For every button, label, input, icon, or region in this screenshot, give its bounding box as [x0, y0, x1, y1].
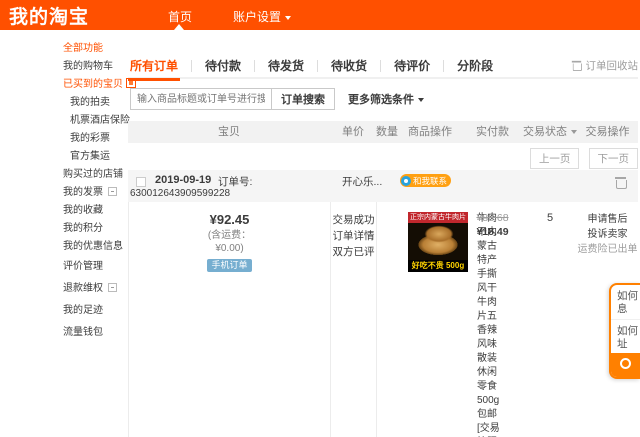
tab-pending-payment[interactable]: 待付款 [203, 53, 243, 78]
help-panel-footer[interactable] [611, 353, 640, 377]
trade-actions-cell [376, 202, 398, 437]
mobile-order-badge: 手机订单 [207, 259, 251, 272]
paid-amount: ¥92.45 [129, 212, 330, 227]
product-image[interactable]: 正宗内蒙古牛肉片 好吃不贵 500g [408, 212, 468, 272]
column-trade-actions: 交易操作 [577, 121, 638, 143]
sidebar-item-data-wallet[interactable]: 流量钱包 [0, 322, 126, 344]
order-header: 2019-09-19 订单号: 开心乐... 和我联系 630012643909… [128, 170, 638, 202]
nav-account-settings[interactable]: 账户设置 [233, 8, 291, 25]
tab-separator [254, 60, 255, 72]
tab-pending-review[interactable]: 待评价 [392, 53, 432, 78]
nav-home[interactable]: 首页 [168, 8, 192, 25]
order-date: 2019-09-19 [155, 174, 211, 186]
active-nav-arrow-icon [174, 24, 184, 30]
tab-staged[interactable]: 分阶段 [455, 53, 495, 78]
tab-separator [317, 60, 318, 72]
search-input[interactable] [130, 88, 272, 110]
complain-seller-link[interactable]: 投诉卖家 [577, 227, 638, 242]
order-table-header: 宝贝 单价 数量 商品操作 实付款 交易状态 交易操作 [128, 121, 638, 143]
sidebar-item-flight-hotel-insurance[interactable]: 机票酒店保险 [0, 112, 126, 130]
paid-amount-cell: ¥92.45 (含运费：¥0.00) 手机订单 [128, 202, 330, 437]
sidebar-item-favorites[interactable]: 我的收藏 [0, 202, 126, 220]
wangwang-contact-badge[interactable]: 和我联系 [400, 174, 451, 187]
order-number: 630012643909599228 [130, 188, 230, 199]
tab-all-orders[interactable]: 所有订单 [128, 53, 180, 81]
order-recycle-bin[interactable]: 订单回收站 [571, 53, 639, 73]
both-rated: 双方已评 [331, 244, 376, 260]
expand-box-icon [108, 283, 117, 292]
order-tabs: 所有订单 待付款 待发货 待收货 待评价 分阶段 订单回收站 [128, 53, 638, 79]
sidebar-item-all-functions[interactable]: 全部功能 [0, 40, 126, 58]
shop-name[interactable]: 开心乐... [342, 174, 382, 189]
order-detail-link[interactable]: 订单详情 [331, 228, 376, 244]
page-title: 我的淘宝 [9, 2, 89, 29]
order-search-bar: 订单搜索 更多筛选条件 [130, 88, 424, 110]
sidebar-item-invoice[interactable]: 我的发票 [0, 184, 126, 202]
column-paid-amount: 实付款 [462, 121, 523, 143]
sidebar-item-cart[interactable]: 我的购物车 [0, 58, 126, 76]
trash-icon [571, 60, 580, 71]
shipping-fee-note: (含运费：¥0.00) [129, 229, 330, 255]
tab-separator [191, 60, 192, 72]
original-price: ¥88.68 [462, 212, 523, 224]
tab-pending-receipt[interactable]: 待收货 [329, 53, 369, 78]
next-page-button[interactable]: 下一页 [589, 148, 639, 169]
order-body: 正宗内蒙古牛肉片 好吃不贵 500g 牛肉干内蒙古特产手撕风干牛肉片五香辣风味散… [128, 202, 638, 437]
chevron-down-icon [418, 98, 424, 102]
delete-order-trash-icon[interactable] [615, 176, 626, 189]
sidebar-item-footprints[interactable]: 我的足迹 [0, 300, 126, 322]
sidebar-item-lottery[interactable]: 我的彩票 [0, 130, 126, 148]
tab-pending-shipment[interactable]: 待发货 [266, 53, 306, 78]
sidebar: 全部功能 我的购物车 已买到的宝贝 我的拍卖 机票酒店保险 我的彩票 官方集运 … [0, 40, 126, 344]
order-checkbox[interactable] [136, 177, 146, 187]
quantity-cell: 5 [523, 202, 577, 437]
column-unit-price: 单价 [330, 121, 376, 143]
prev-page-button[interactable]: 上一页 [530, 148, 580, 169]
sidebar-item-official-consolidation[interactable]: 官方集运 [0, 148, 126, 166]
trade-status: 交易成功 [331, 212, 376, 228]
column-trade-status[interactable]: 交易状态 [523, 121, 577, 143]
chevron-down-icon [285, 16, 291, 20]
order-list: 2019-09-19 订单号: 开心乐... 和我联系 630012643909… [128, 170, 638, 437]
tab-separator [380, 60, 381, 72]
product-image-bottom-text: 好吃不贵 500g [408, 260, 468, 272]
help-panel: 如何息 如何址 [609, 283, 640, 379]
sidebar-item-coupons[interactable]: 我的优惠信息 [0, 238, 126, 256]
order-search-button[interactable]: 订单搜索 [271, 88, 335, 110]
column-item-actions: 商品操作 [398, 121, 462, 143]
shipping-insurance-issued: 运费险已出单 [577, 242, 638, 257]
top-bar: 我的淘宝 首页 账户设置 [0, 0, 640, 30]
more-filters-link[interactable]: 更多筛选条件 [348, 91, 424, 107]
order-no-label: 订单号: [218, 174, 252, 189]
column-item: 宝贝 [128, 121, 330, 143]
sidebar-item-refund-rights[interactable]: 退款维权 [0, 278, 126, 300]
sidebar-item-auction[interactable]: 我的拍卖 [0, 94, 126, 112]
question-icon [620, 358, 631, 369]
sidebar-item-review-management[interactable]: 评价管理 [0, 256, 126, 278]
order-item-cell: 正宗内蒙古牛肉片 好吃不贵 500g 牛肉干内蒙古特产手撕风干牛肉片五香辣风味散… [398, 202, 462, 437]
help-link-2[interactable]: 如何址 [611, 319, 640, 354]
expand-box-icon [108, 187, 117, 196]
tab-separator [443, 60, 444, 72]
jerky-photo [419, 221, 459, 247]
wangwang-icon [401, 176, 411, 186]
current-price: ¥18.49 [462, 226, 523, 238]
sidebar-item-points[interactable]: 我的积分 [0, 220, 126, 238]
pagination: 上一页 下一页 [524, 148, 638, 169]
sidebar-item-purchased-items[interactable]: 已买到的宝贝 [0, 76, 126, 94]
column-quantity: 数量 [376, 121, 398, 143]
unit-price-cell: ¥88.68 ¥18.49 [462, 202, 523, 437]
order-block: 2019-09-19 订单号: 开心乐... 和我联系 630012643909… [128, 170, 638, 437]
trade-status-cell: 交易成功 订单详情 双方已评 [330, 202, 376, 437]
apply-aftersale-link[interactable]: 申请售后 [577, 212, 638, 227]
help-link-1[interactable]: 如何息 [611, 285, 640, 319]
sidebar-item-shops-visited[interactable]: 购买过的店铺 [0, 166, 126, 184]
